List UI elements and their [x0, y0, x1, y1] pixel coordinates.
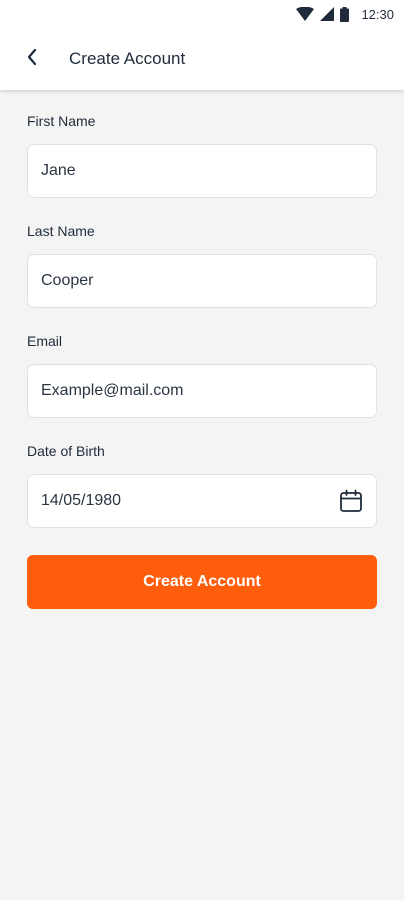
chevron-left-icon	[26, 48, 38, 71]
email-group: Email	[27, 332, 377, 418]
date-of-birth-input[interactable]	[41, 475, 338, 527]
wifi-icon	[296, 7, 315, 21]
signal-icon	[320, 7, 335, 21]
calendar-icon[interactable]	[338, 488, 364, 514]
first-name-group: First Name	[27, 112, 377, 198]
battery-icon	[340, 6, 350, 22]
first-name-label: First Name	[27, 113, 96, 129]
date-of-birth-label: Date of Birth	[27, 443, 105, 459]
date-of-birth-field[interactable]	[27, 474, 377, 528]
last-name-label: Last Name	[27, 223, 95, 239]
app-bar: Create Account	[0, 28, 404, 90]
last-name-input[interactable]	[41, 255, 364, 307]
date-of-birth-group: Date of Birth	[27, 442, 377, 528]
last-name-group: Last Name	[27, 222, 377, 308]
first-name-input[interactable]	[41, 145, 364, 197]
email-field[interactable]	[27, 364, 377, 418]
first-name-field[interactable]	[27, 144, 377, 198]
back-button[interactable]	[10, 37, 54, 81]
create-account-button[interactable]: Create Account	[27, 555, 377, 609]
create-account-form: First Name Last Name Email Date of Birth	[0, 90, 404, 609]
status-bar: 12:30	[0, 0, 404, 28]
email-input[interactable]	[41, 365, 364, 417]
page-title: Create Account	[69, 49, 186, 68]
last-name-field[interactable]	[27, 254, 377, 308]
email-label: Email	[27, 333, 63, 349]
status-time: 12:30	[361, 6, 394, 22]
